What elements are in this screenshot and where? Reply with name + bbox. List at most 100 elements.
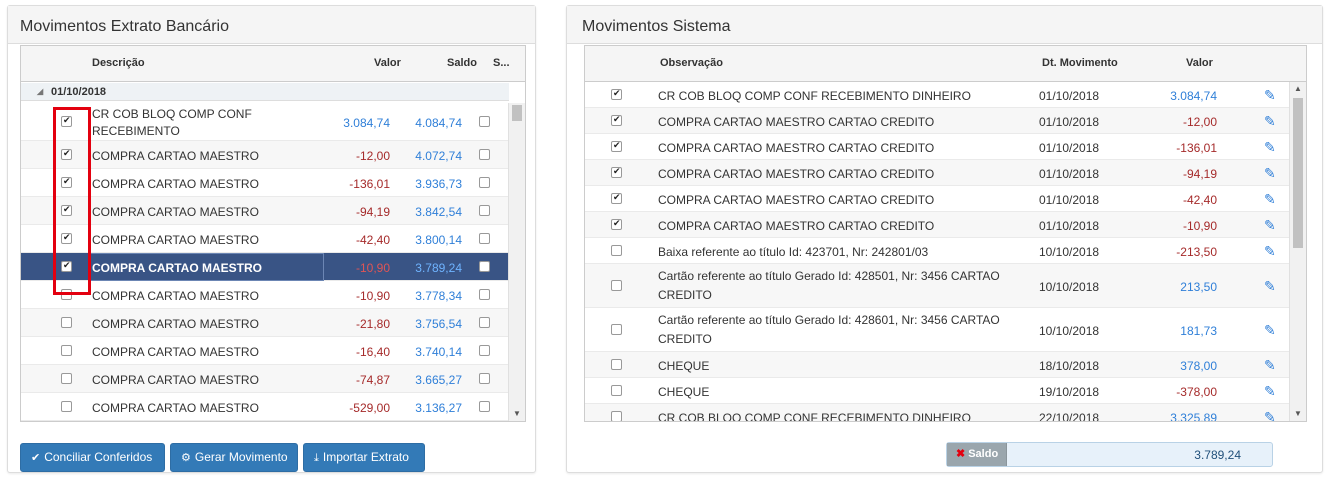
collapse-arrow-icon[interactable]: ◢ [37,87,43,96]
row-dt-movimento: 10/10/2018 [1039,280,1100,294]
row-checkbox[interactable] [611,114,622,126]
scroll-down-icon[interactable]: ▼ [1290,407,1306,421]
table-row[interactable]: Cartão referente ao título Gerado Id: 42… [585,264,1290,308]
importar-extrato-button[interactable]: ⤓ Importar Extrato [303,443,425,472]
row-s-checkbox[interactable] [479,373,490,384]
scroll-thumb[interactable] [1293,98,1303,248]
row-checkbox[interactable] [61,401,72,412]
table-row[interactable]: COMPRA CARTAO MAESTRO CARTAO CREDITO 01/1… [585,160,1290,186]
edit-icon[interactable]: ✎ [1264,218,1278,232]
scroll-up-icon[interactable]: ▲ [1290,82,1306,96]
row-checkbox[interactable] [611,324,622,335]
row-s-checkbox[interactable] [479,289,490,300]
edit-icon[interactable]: ✎ [1264,384,1278,398]
row-observacao: Baixa referente ao título Id: 423701, Nr… [658,245,929,259]
row-s-checkbox[interactable] [479,205,490,216]
col-observacao[interactable]: Observação [660,57,723,69]
row-valor: -12,00 [1182,115,1217,129]
table-row[interactable]: CR COB BLOQ COMP CONF RECEBIMENTO DINHEI… [585,82,1290,108]
row-s-checkbox[interactable] [479,345,490,356]
row-checkbox[interactable] [611,411,622,421]
row-checkbox[interactable] [61,345,72,356]
table-row[interactable]: Cartão referente ao título Gerado Id: 42… [585,308,1290,352]
row-s-checkbox[interactable] [479,149,490,160]
row-checkbox[interactable] [611,192,622,204]
edit-icon[interactable]: ✎ [1264,88,1278,102]
date-group-row[interactable]: ◢ 01/10/2018 [21,83,509,101]
table-row[interactable]: COMPRA CARTAO MAESTRO -42,40 3.800,14 [21,225,509,253]
row-observacao: COMPRA CARTAO MAESTRO CARTAO CREDITO [658,219,935,233]
left-scrollbar[interactable]: ▼ [508,103,525,421]
row-observacao: Cartão referente ao título Gerado Id: 42… [658,269,1000,302]
table-row[interactable]: COMPRA CARTAO MAESTRO-10,903.789,24 [21,253,509,281]
close-icon: ✖ [956,448,966,460]
row-s-checkbox[interactable] [479,233,490,244]
table-row[interactable]: COMPRA CARTAO MAESTRO -136,01 3.936,73 [21,169,509,197]
scroll-down-icon[interactable]: ▼ [509,407,525,421]
row-s-checkbox[interactable] [479,116,490,127]
col-valor[interactable]: Valor [374,57,401,69]
row-dt-movimento: 10/10/2018 [1039,245,1100,259]
table-row[interactable]: COMPRA CARTAO MAESTRO -74,87 3.665,27 [21,365,509,393]
row-saldo: 3.665,27 [415,373,462,387]
edit-icon[interactable]: ✎ [1264,410,1278,421]
edit-icon[interactable]: ✎ [1264,140,1278,154]
row-checkbox[interactable] [611,280,622,291]
row-checkbox[interactable] [61,317,72,328]
row-s-checkbox[interactable] [479,401,490,412]
col-saldo[interactable]: Saldo [447,57,477,69]
importar-label: Importar Extrato [322,450,409,464]
table-row[interactable]: CHEQUE 19/10/2018 -378,00 ✎ [585,378,1290,404]
row-valor: -10,90 [1182,219,1217,233]
table-row[interactable]: COMPRA CARTAO MAESTRO -529,00 3.136,27 [21,393,509,421]
row-saldo: 3.136,27 [415,401,462,415]
row-checkbox[interactable] [611,140,622,152]
col-dt-movimento[interactable]: Dt. Movimento [1042,57,1118,69]
table-row[interactable]: CR COB BLOQ COMP CONF RECEBIMENTO 3.084,7… [21,103,509,141]
row-s-checkbox[interactable] [479,261,490,272]
edit-icon[interactable]: ✎ [1264,279,1278,293]
row-dt-movimento: 01/10/2018 [1039,193,1100,207]
conciliar-button[interactable]: ✔ Conciliar Conferidos [20,443,165,472]
row-checkbox[interactable] [611,245,622,256]
row-valor: 3.325,89 [1170,411,1217,422]
table-row[interactable]: COMPRA CARTAO MAESTRO CARTAO CREDITO 01/1… [585,108,1290,134]
col-s[interactable]: S... [493,57,510,69]
table-row[interactable]: CHEQUE 18/10/2018 378,00 ✎ [585,352,1290,378]
row-observacao: Cartão referente ao título Gerado Id: 42… [658,313,1000,346]
table-row[interactable]: CR COB BLOQ COMP CONF RECEBIMENTO DINHEI… [585,404,1290,422]
row-checkbox[interactable] [61,373,72,384]
edit-icon[interactable]: ✎ [1264,114,1278,128]
table-row[interactable]: COMPRA CARTAO MAESTRO -10,90 3.778,34 [21,281,509,309]
row-valor: -136,01 [349,177,390,191]
edit-icon[interactable]: ✎ [1264,192,1278,206]
table-row[interactable]: COMPRA CARTAO MAESTRO CARTAO CREDITO 01/1… [585,212,1290,238]
scroll-thumb[interactable] [512,105,522,121]
row-s-checkbox[interactable] [479,317,490,328]
table-row[interactable]: Baixa referente ao título Id: 423701, Nr… [585,238,1290,264]
col-valor[interactable]: Valor [1186,57,1213,69]
edit-icon[interactable]: ✎ [1264,358,1278,372]
edit-icon[interactable]: ✎ [1264,166,1278,180]
row-s-checkbox[interactable] [479,177,490,188]
table-row[interactable]: COMPRA CARTAO MAESTRO -94,19 3.842,54 [21,197,509,225]
gerar-movimento-button[interactable]: ⚙ Gerar Movimento [170,443,298,472]
table-row[interactable]: COMPRA CARTAO MAESTRO -16,40 3.740,14 [21,337,509,365]
right-scrollbar[interactable]: ▲ ▼ [1289,82,1306,421]
edit-icon[interactable]: ✎ [1264,244,1278,258]
table-row[interactable]: COMPRA CARTAO MAESTRO -21,80 3.756,54 [21,309,509,337]
row-checkbox[interactable] [611,359,622,370]
row-observacao: CR COB BLOQ COMP CONF RECEBIMENTO DINHEI… [658,411,971,422]
row-checkbox[interactable] [611,218,622,230]
row-saldo: 4.072,74 [415,149,462,163]
table-row[interactable]: COMPRA CARTAO MAESTRO CARTAO CREDITO 01/1… [585,134,1290,160]
row-saldo: 3.789,24 [415,261,462,275]
row-checkbox[interactable] [611,166,622,178]
edit-icon[interactable]: ✎ [1264,323,1278,337]
row-checkbox[interactable] [611,88,622,100]
col-descricao[interactable]: Descrição [92,57,145,69]
row-descricao: COMPRA CARTAO MAESTRO [92,177,259,191]
table-row[interactable]: COMPRA CARTAO MAESTRO -12,00 4.072,74 [21,141,509,169]
table-row[interactable]: COMPRA CARTAO MAESTRO CARTAO CREDITO 01/1… [585,186,1290,212]
row-checkbox[interactable] [611,385,622,396]
